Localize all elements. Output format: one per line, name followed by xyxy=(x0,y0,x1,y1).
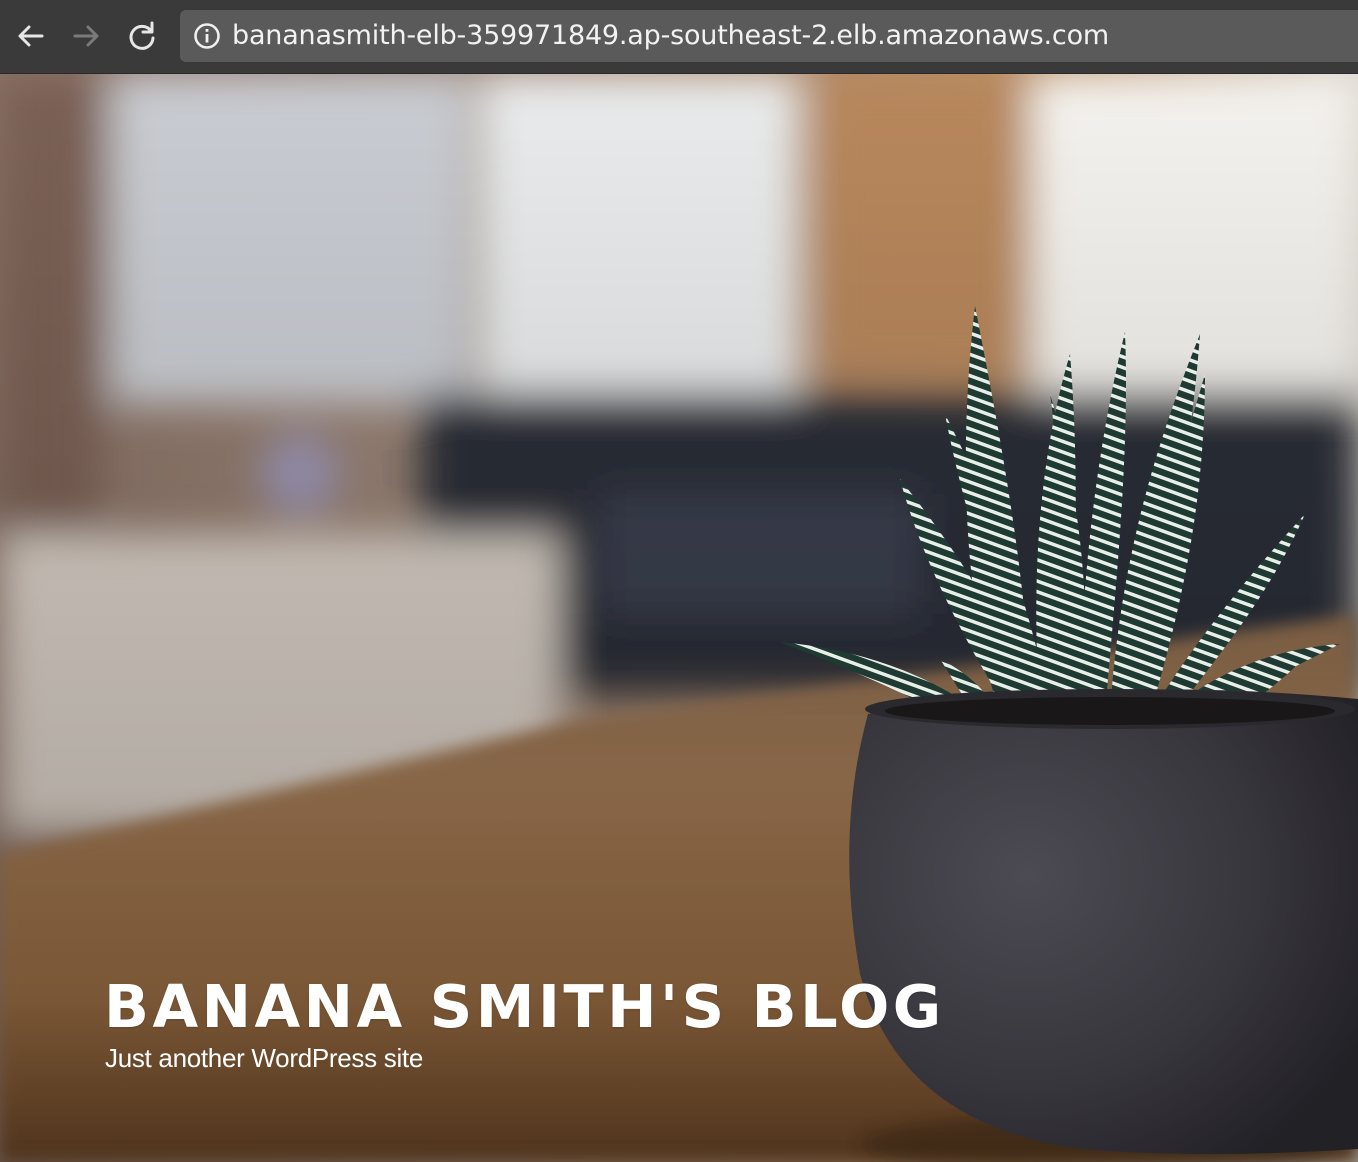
arrow-right-icon xyxy=(73,25,99,47)
info-icon[interactable] xyxy=(193,22,221,50)
page-viewport: BANANA SMITH'S BLOG Just another WordPre… xyxy=(0,74,1358,1162)
pot-icon xyxy=(849,689,1358,1154)
site-tagline: Just another WordPress site xyxy=(105,1043,424,1073)
header-hero-image: BANANA SMITH'S BLOG Just another WordPre… xyxy=(0,74,1358,1162)
arrow-left-icon xyxy=(18,25,44,47)
url-text[interactable]: bananasmith-elb-359971849.ap-southeast-2… xyxy=(232,21,1109,51)
reload-button[interactable] xyxy=(119,13,165,59)
reload-icon xyxy=(129,21,155,50)
forward-button[interactable] xyxy=(63,13,109,59)
back-button[interactable] xyxy=(8,13,54,59)
browser-toolbar: bananasmith-elb-359971849.ap-southeast-2… xyxy=(0,0,1358,74)
site-title[interactable]: BANANA SMITH'S BLOG xyxy=(104,974,945,1040)
address-bar[interactable]: bananasmith-elb-359971849.ap-southeast-2… xyxy=(180,10,1358,62)
